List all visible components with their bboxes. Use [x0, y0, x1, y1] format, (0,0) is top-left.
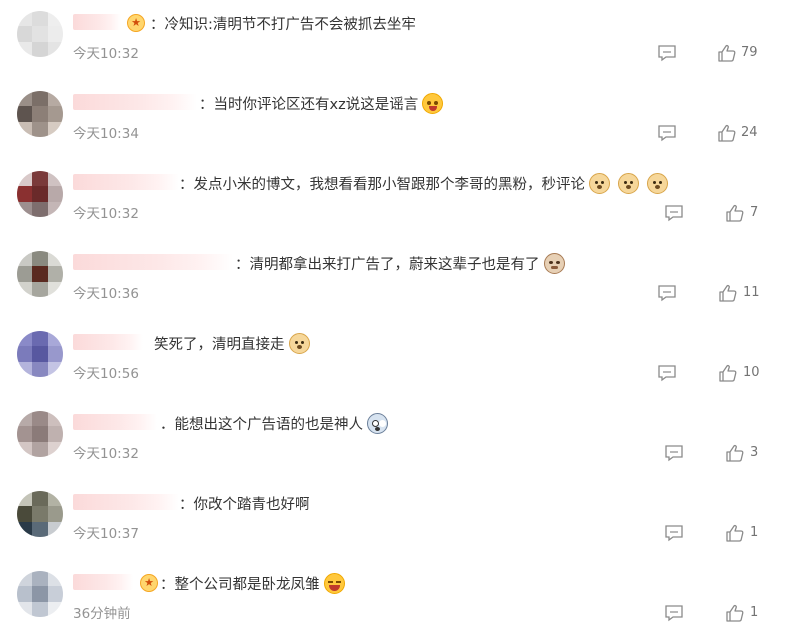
avatar[interactable]: [17, 171, 63, 217]
avatar[interactable]: [17, 251, 63, 297]
cry-face-icon: [422, 93, 444, 114]
vip-badge-icon: ★: [140, 574, 158, 592]
comment-item: 笑死了，清明直接走 今天10:56 10: [0, 320, 785, 400]
comment-text: 笑死了，清明直接走: [154, 333, 310, 354]
comment-text: ：你改个踏青也好啊: [179, 497, 310, 513]
like-icon[interactable]: [725, 204, 745, 222]
username[interactable]: [73, 254, 233, 270]
like-count: 79: [741, 45, 758, 60]
comment-time: 今天10:37: [73, 526, 139, 542]
vip-badge-icon: ★: [127, 14, 145, 32]
reply-icon[interactable]: [664, 204, 684, 222]
like-count: 24: [741, 125, 758, 140]
reply-icon[interactable]: [657, 364, 677, 382]
doge-icon: [589, 173, 610, 194]
comment-text: ：整个公司都是卧龙凤雏: [160, 573, 345, 594]
comment-item: ．能想出这个广告语的也是神人 今天10:32 3: [0, 400, 785, 480]
comment-time: 今天10:32: [73, 46, 139, 62]
username[interactable]: [73, 94, 197, 110]
reply-icon[interactable]: [664, 524, 684, 542]
cat-face-icon: [543, 253, 565, 274]
avatar[interactable]: [17, 491, 63, 537]
avatar[interactable]: [17, 331, 63, 377]
avatar[interactable]: [17, 11, 63, 57]
username[interactable]: [73, 574, 133, 590]
like-count: 7: [750, 205, 759, 220]
username[interactable]: [73, 494, 179, 510]
doge-icon: [647, 173, 668, 194]
comment-time: 今天10:32: [73, 446, 139, 462]
comment-text: ：当时你评论区还有xz说这是谣言: [199, 93, 444, 114]
comment-time: 今天10:56: [73, 366, 139, 382]
comment-time: 36分钟前: [73, 606, 131, 622]
username[interactable]: [73, 414, 157, 430]
username[interactable]: [73, 174, 179, 190]
comment-time: 今天10:34: [73, 126, 139, 142]
like-count: 1: [750, 605, 759, 620]
scared-face-icon: [367, 413, 388, 434]
comment-item: ：你改个踏青也好啊 今天10:37 1: [0, 480, 785, 560]
reply-icon[interactable]: [657, 284, 677, 302]
comment-item: ：清明都拿出来打广告了，蔚来这辈子也是有了 今天10:36 11: [0, 240, 785, 320]
comment-item: ：当时你评论区还有xz说这是谣言 今天10:34 24: [0, 80, 785, 160]
avatar[interactable]: [17, 571, 63, 617]
username[interactable]: [73, 334, 143, 350]
like-icon[interactable]: [725, 604, 745, 622]
comment-text: ：发点小米的博文，我想看看那小智跟那个李哥的黑粉，秒评论: [179, 173, 668, 194]
comment-time: 今天10:36: [73, 286, 139, 302]
avatar[interactable]: [17, 411, 63, 457]
like-count: 10: [743, 365, 760, 380]
doge-icon: [618, 173, 639, 194]
avatar[interactable]: [17, 91, 63, 137]
like-icon[interactable]: [717, 124, 737, 142]
comment-item: ★ ：冷知识:清明节不打广告不会被抓去坐牢 今天10:32 79: [0, 0, 785, 80]
comment-item: ：发点小米的博文，我想看看那小智跟那个李哥的黑粉，秒评论 今天10:32 7: [0, 160, 785, 240]
comment-text: ．能想出这个广告语的也是神人: [160, 413, 388, 434]
like-icon[interactable]: [718, 364, 738, 382]
reply-icon[interactable]: [657, 124, 677, 142]
like-icon[interactable]: [718, 284, 738, 302]
like-count: 11: [743, 285, 760, 300]
doge-icon: [288, 333, 310, 354]
comment-time: 今天10:32: [73, 206, 139, 222]
like-count: 1: [750, 525, 759, 540]
username[interactable]: [73, 14, 121, 30]
comment-text: ：清明都拿出来打广告了，蔚来这辈子也是有了: [235, 253, 565, 274]
like-icon[interactable]: [725, 444, 745, 462]
like-icon[interactable]: [725, 524, 745, 542]
like-count: 3: [750, 445, 759, 460]
comment-text: ：冷知识:清明节不打广告不会被抓去坐牢: [150, 17, 416, 33]
comment-item: ★ ：整个公司都是卧龙凤雏 36分钟前 1: [0, 560, 785, 640]
reply-icon[interactable]: [664, 604, 684, 622]
reply-icon[interactable]: [664, 444, 684, 462]
like-icon[interactable]: [717, 44, 737, 62]
laugh-icon: [323, 573, 345, 594]
reply-icon[interactable]: [657, 44, 677, 62]
